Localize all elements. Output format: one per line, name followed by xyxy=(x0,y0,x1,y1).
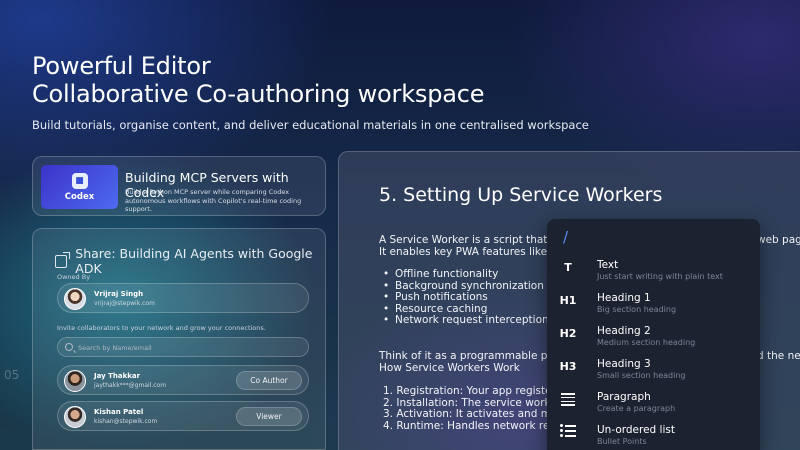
avatar xyxy=(64,370,86,392)
paragraph-line: How Service Workers Work xyxy=(379,361,520,374)
paragraph-line-fragment: web pag xyxy=(757,234,800,246)
list-item: 1. Registration: Your app register xyxy=(383,385,556,397)
menu-item-description: Bullet Points xyxy=(597,437,647,446)
thumbnail-caption: Codex xyxy=(64,191,95,202)
paragraph-line: It enables key PWA features like: xyxy=(379,245,551,258)
paragraph-line-fragment: d the ne xyxy=(757,350,800,362)
collaborator-row: Jay Thakkar jaythakk***@gmail.com Co Aut… xyxy=(57,365,309,395)
menu-item-description: Just start writing with plain text xyxy=(597,272,723,281)
collaborator-email: jaythakk***@gmail.com xyxy=(94,382,167,389)
search-field[interactable] xyxy=(57,337,309,357)
editor-bullet-list: Offline functionality Background synchro… xyxy=(383,268,549,327)
bullet-list-icon xyxy=(560,424,576,439)
editor-heading: 5. Setting Up Service Workers xyxy=(379,184,663,206)
heading-2-icon: H2 xyxy=(559,327,577,340)
course-thumbnail: ■ Codex xyxy=(41,165,118,209)
role-button[interactable]: Viewer xyxy=(236,407,302,426)
menu-item-label: Heading 3 xyxy=(597,358,651,370)
avatar xyxy=(64,288,86,310)
menu-item-heading-3[interactable]: H3 Heading 3 Small section heading xyxy=(547,354,760,384)
menu-item-label: Heading 1 xyxy=(597,292,651,304)
menu-item-heading-2[interactable]: H2 Heading 2 Medium section heading xyxy=(547,321,760,351)
share-icon xyxy=(55,251,71,268)
editor-paragraph: Think of it as a programmable pro d the … xyxy=(379,350,800,374)
list-item: Push notifications xyxy=(383,291,549,304)
editor-numbered-list: 1. Registration: Your app register 2. In… xyxy=(383,385,558,432)
slash-command-menu: / T Text Just start writing with plain t… xyxy=(547,219,760,450)
invite-text: Invite collaborators to your network and… xyxy=(57,324,266,332)
search-icon xyxy=(65,343,73,351)
menu-item-label: Un-ordered list xyxy=(597,424,675,436)
menu-item-unordered-list[interactable]: Un-ordered list Bullet Points xyxy=(547,420,760,450)
collaborator-name: Jay Thakkar xyxy=(94,372,141,380)
menu-item-label: Text xyxy=(597,259,619,271)
menu-item-description: Small section heading xyxy=(597,371,686,380)
menu-item-heading-1[interactable]: H1 Heading 1 Big section heading xyxy=(547,288,760,318)
collaborator-email: kishan@stepwik.com xyxy=(94,418,158,425)
menu-item-label: Paragraph xyxy=(597,391,651,403)
search-input[interactable] xyxy=(78,341,298,354)
paragraph-line: Think of it as a programmable pro xyxy=(379,350,558,362)
share-header: Share: Building AI Agents with Google AD… xyxy=(55,246,325,276)
list-item: Offline functionality xyxy=(383,268,549,281)
menu-item-paragraph[interactable]: Paragraph Create a paragraph xyxy=(547,387,760,417)
slash-trigger[interactable]: / xyxy=(563,228,568,246)
course-card[interactable]: ■ Codex Building MCP Servers with Codex … xyxy=(32,156,326,216)
heading-1-icon: H1 xyxy=(559,294,577,307)
menu-item-label: Heading 2 xyxy=(597,325,651,337)
hero-title-line1: Powerful Editor xyxy=(32,52,211,80)
owner-email: vrijraj@stepwik.com xyxy=(94,300,155,307)
menu-item-description: Big section heading xyxy=(597,305,677,314)
share-panel: Share: Building AI Agents with Google AD… xyxy=(32,228,326,450)
collaborator-name: Kishan Patel xyxy=(94,408,144,416)
codex-logo-icon: ■ xyxy=(71,172,88,189)
hero-title: Powerful Editor Collaborative Co-authori… xyxy=(32,52,589,108)
list-item: Network request interception xyxy=(383,314,549,327)
owned-by-label: Owned By xyxy=(57,273,91,281)
hero: Powerful Editor Collaborative Co-authori… xyxy=(32,52,589,132)
role-button[interactable]: Co Author xyxy=(236,371,302,390)
paragraph-icon xyxy=(561,393,575,406)
owner-name: Vrijraj Singh xyxy=(94,290,144,298)
text-icon: T xyxy=(564,261,572,274)
share-title: Share: Building AI Agents with Google AD… xyxy=(75,246,313,276)
collaborator-row: Kishan Patel kishan@stepwik.com Viewer xyxy=(57,401,309,431)
background-fragment: 05 xyxy=(4,368,20,382)
owner-row: Vrijraj Singh vrijraj@stepwik.com xyxy=(57,283,309,313)
menu-item-description: Create a paragraph xyxy=(597,404,676,413)
hero-title-line2: Collaborative Co-authoring workspace xyxy=(32,80,485,108)
menu-item-description: Medium section heading xyxy=(597,338,696,347)
paragraph-line: A Service Worker is a script that r xyxy=(379,234,556,246)
list-item: 3. Activation: It activates and ma xyxy=(383,408,558,420)
list-item: 4. Runtime: Handles network req xyxy=(383,419,557,432)
hero-subtitle: Build tutorials, organise content, and d… xyxy=(32,118,589,132)
avatar xyxy=(64,406,86,428)
course-description: Build a Python MCP server while comparin… xyxy=(125,188,302,213)
menu-item-text[interactable]: T Text Just start writing with plain tex… xyxy=(547,255,760,285)
heading-3-icon: H3 xyxy=(559,360,577,373)
